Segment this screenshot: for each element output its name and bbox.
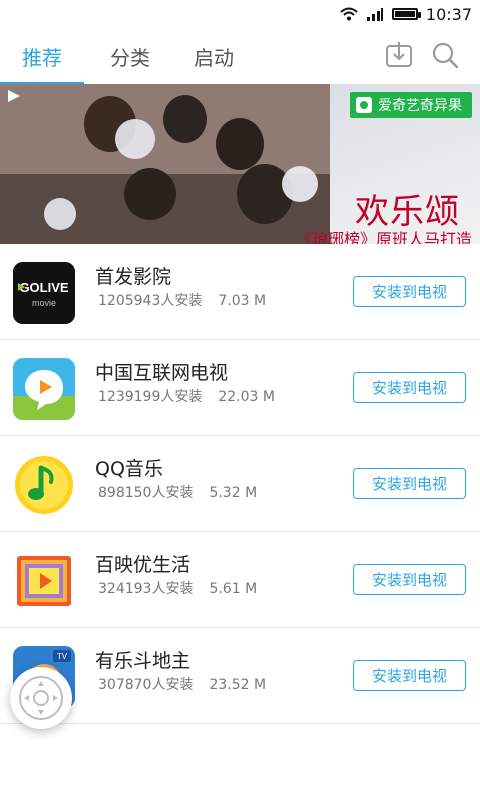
svg-text:GOLIVE: GOLIVE (19, 280, 68, 295)
tab-launch[interactable]: 启动 (172, 28, 256, 84)
app-name: 中国互联网电视 (95, 362, 229, 384)
music-note-icon (13, 454, 75, 516)
app-name: 百映优生活 (95, 554, 191, 576)
remote-dpad-icon (19, 676, 63, 720)
app-meta: 1205943人安装 7.03 M (98, 290, 266, 310)
install-to-tv-button[interactable]: 安装到电视 (353, 276, 466, 307)
app-size: 7.03 M (218, 293, 267, 309)
tab-recommend[interactable]: 推荐 (0, 28, 84, 84)
search-icon[interactable] (430, 40, 460, 70)
svg-text:movie: movie (32, 298, 56, 308)
app-name: 首发影院 (95, 266, 172, 288)
app-name: QQ音乐 (95, 458, 163, 480)
status-time: 10:37 (425, 4, 472, 24)
app-size: 23.52 M (209, 677, 267, 693)
app-meta: 1239199人安装 22.03 M (98, 386, 275, 406)
app-size: 5.32 M (209, 485, 258, 501)
play-bubble-icon (13, 358, 75, 420)
iqiyi-logo-icon (356, 97, 372, 113)
banner-subtitle: 《琅琊榜》原班人马打造 (295, 230, 472, 244)
status-bar: 10:37 (0, 0, 480, 28)
promo-banner[interactable]: 爱奇艺奇异果 欢乐颂 《琅琊榜》原班人马打造 (0, 84, 480, 244)
wifi-icon (340, 7, 358, 21)
download-icon[interactable] (384, 40, 414, 70)
install-count: 1205943人安装 (98, 293, 203, 309)
iqiyi-badge: 爱奇艺奇异果 (350, 92, 472, 118)
install-to-tv-button[interactable]: 安装到电视 (353, 660, 466, 691)
colorful-play-icon (13, 550, 75, 612)
install-count: 307870人安装 (98, 677, 194, 693)
remote-control-button[interactable] (10, 667, 72, 729)
app-list: GOLIVE movie 首发影院 1205943人安装 7.03 M 安装到电视… (0, 244, 480, 724)
list-item[interactable]: 百映优生活 324193人安装 5.61 M 安装到电视 (0, 532, 480, 628)
install-to-tv-button[interactable]: 安装到电视 (353, 372, 466, 403)
app-meta: 307870人安装 23.52 M (98, 674, 266, 694)
tab-category[interactable]: 分类 (88, 28, 172, 84)
list-item[interactable]: GOLIVE movie 首发影院 1205943人安装 7.03 M 安装到电视 (0, 244, 480, 340)
svg-text:TV: TV (57, 652, 68, 661)
install-count: 1239199人安装 (98, 389, 203, 405)
status-icons: 10:37 (340, 4, 472, 24)
app-size: 5.61 M (209, 581, 258, 597)
signal-icon (366, 8, 383, 21)
install-to-tv-button[interactable]: 安装到电视 (353, 564, 466, 595)
app-name: 有乐斗地主 (95, 650, 191, 672)
app-meta: 898150人安装 5.32 M (98, 482, 257, 502)
golive-movie-icon: GOLIVE movie (13, 262, 75, 324)
list-item[interactable]: 中国互联网电视 1239199人安装 22.03 M 安装到电视 (0, 340, 480, 436)
badge-text: 爱奇艺奇异果 (378, 98, 462, 114)
top-navigation: 推荐 分类 启动 (0, 28, 480, 85)
list-item[interactable]: QQ音乐 898150人安装 5.32 M 安装到电视 (0, 436, 480, 532)
list-item[interactable]: TV 有乐斗地主 307870人安装 23.52 M 安装到电视 (0, 628, 480, 724)
install-count: 324193人安装 (98, 581, 194, 597)
install-to-tv-button[interactable]: 安装到电视 (353, 468, 466, 499)
battery-icon (391, 8, 421, 20)
app-size: 22.03 M (218, 389, 275, 405)
app-meta: 324193人安装 5.61 M (98, 578, 257, 598)
install-count: 898150人安装 (98, 485, 194, 501)
